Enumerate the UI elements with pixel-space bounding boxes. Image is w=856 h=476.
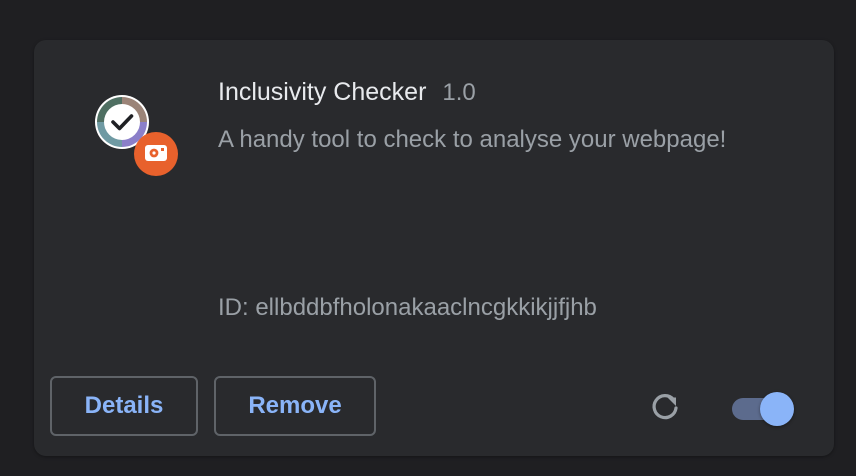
extension-header: Inclusivity Checker 1.0 xyxy=(218,78,476,107)
extension-icon xyxy=(94,94,180,180)
extension-card: Inclusivity Checker 1.0 A handy tool to … xyxy=(34,40,834,456)
toggle-knob xyxy=(760,392,794,426)
extension-badge-icon xyxy=(134,132,178,176)
remove-button[interactable]: Remove xyxy=(214,376,376,436)
check-circle-icon xyxy=(95,95,178,176)
details-button[interactable]: Details xyxy=(50,376,198,436)
extension-name: Inclusivity Checker xyxy=(218,78,427,106)
reload-icon xyxy=(652,394,678,420)
extension-version: 1.0 xyxy=(442,79,476,106)
extension-id: ID: ellbddbfholonakaaclncgkkikjjfjhb xyxy=(218,294,597,321)
enable-toggle[interactable] xyxy=(730,392,796,426)
reload-button[interactable] xyxy=(646,388,684,426)
extension-description: A handy tool to check to analyse your we… xyxy=(218,126,727,153)
